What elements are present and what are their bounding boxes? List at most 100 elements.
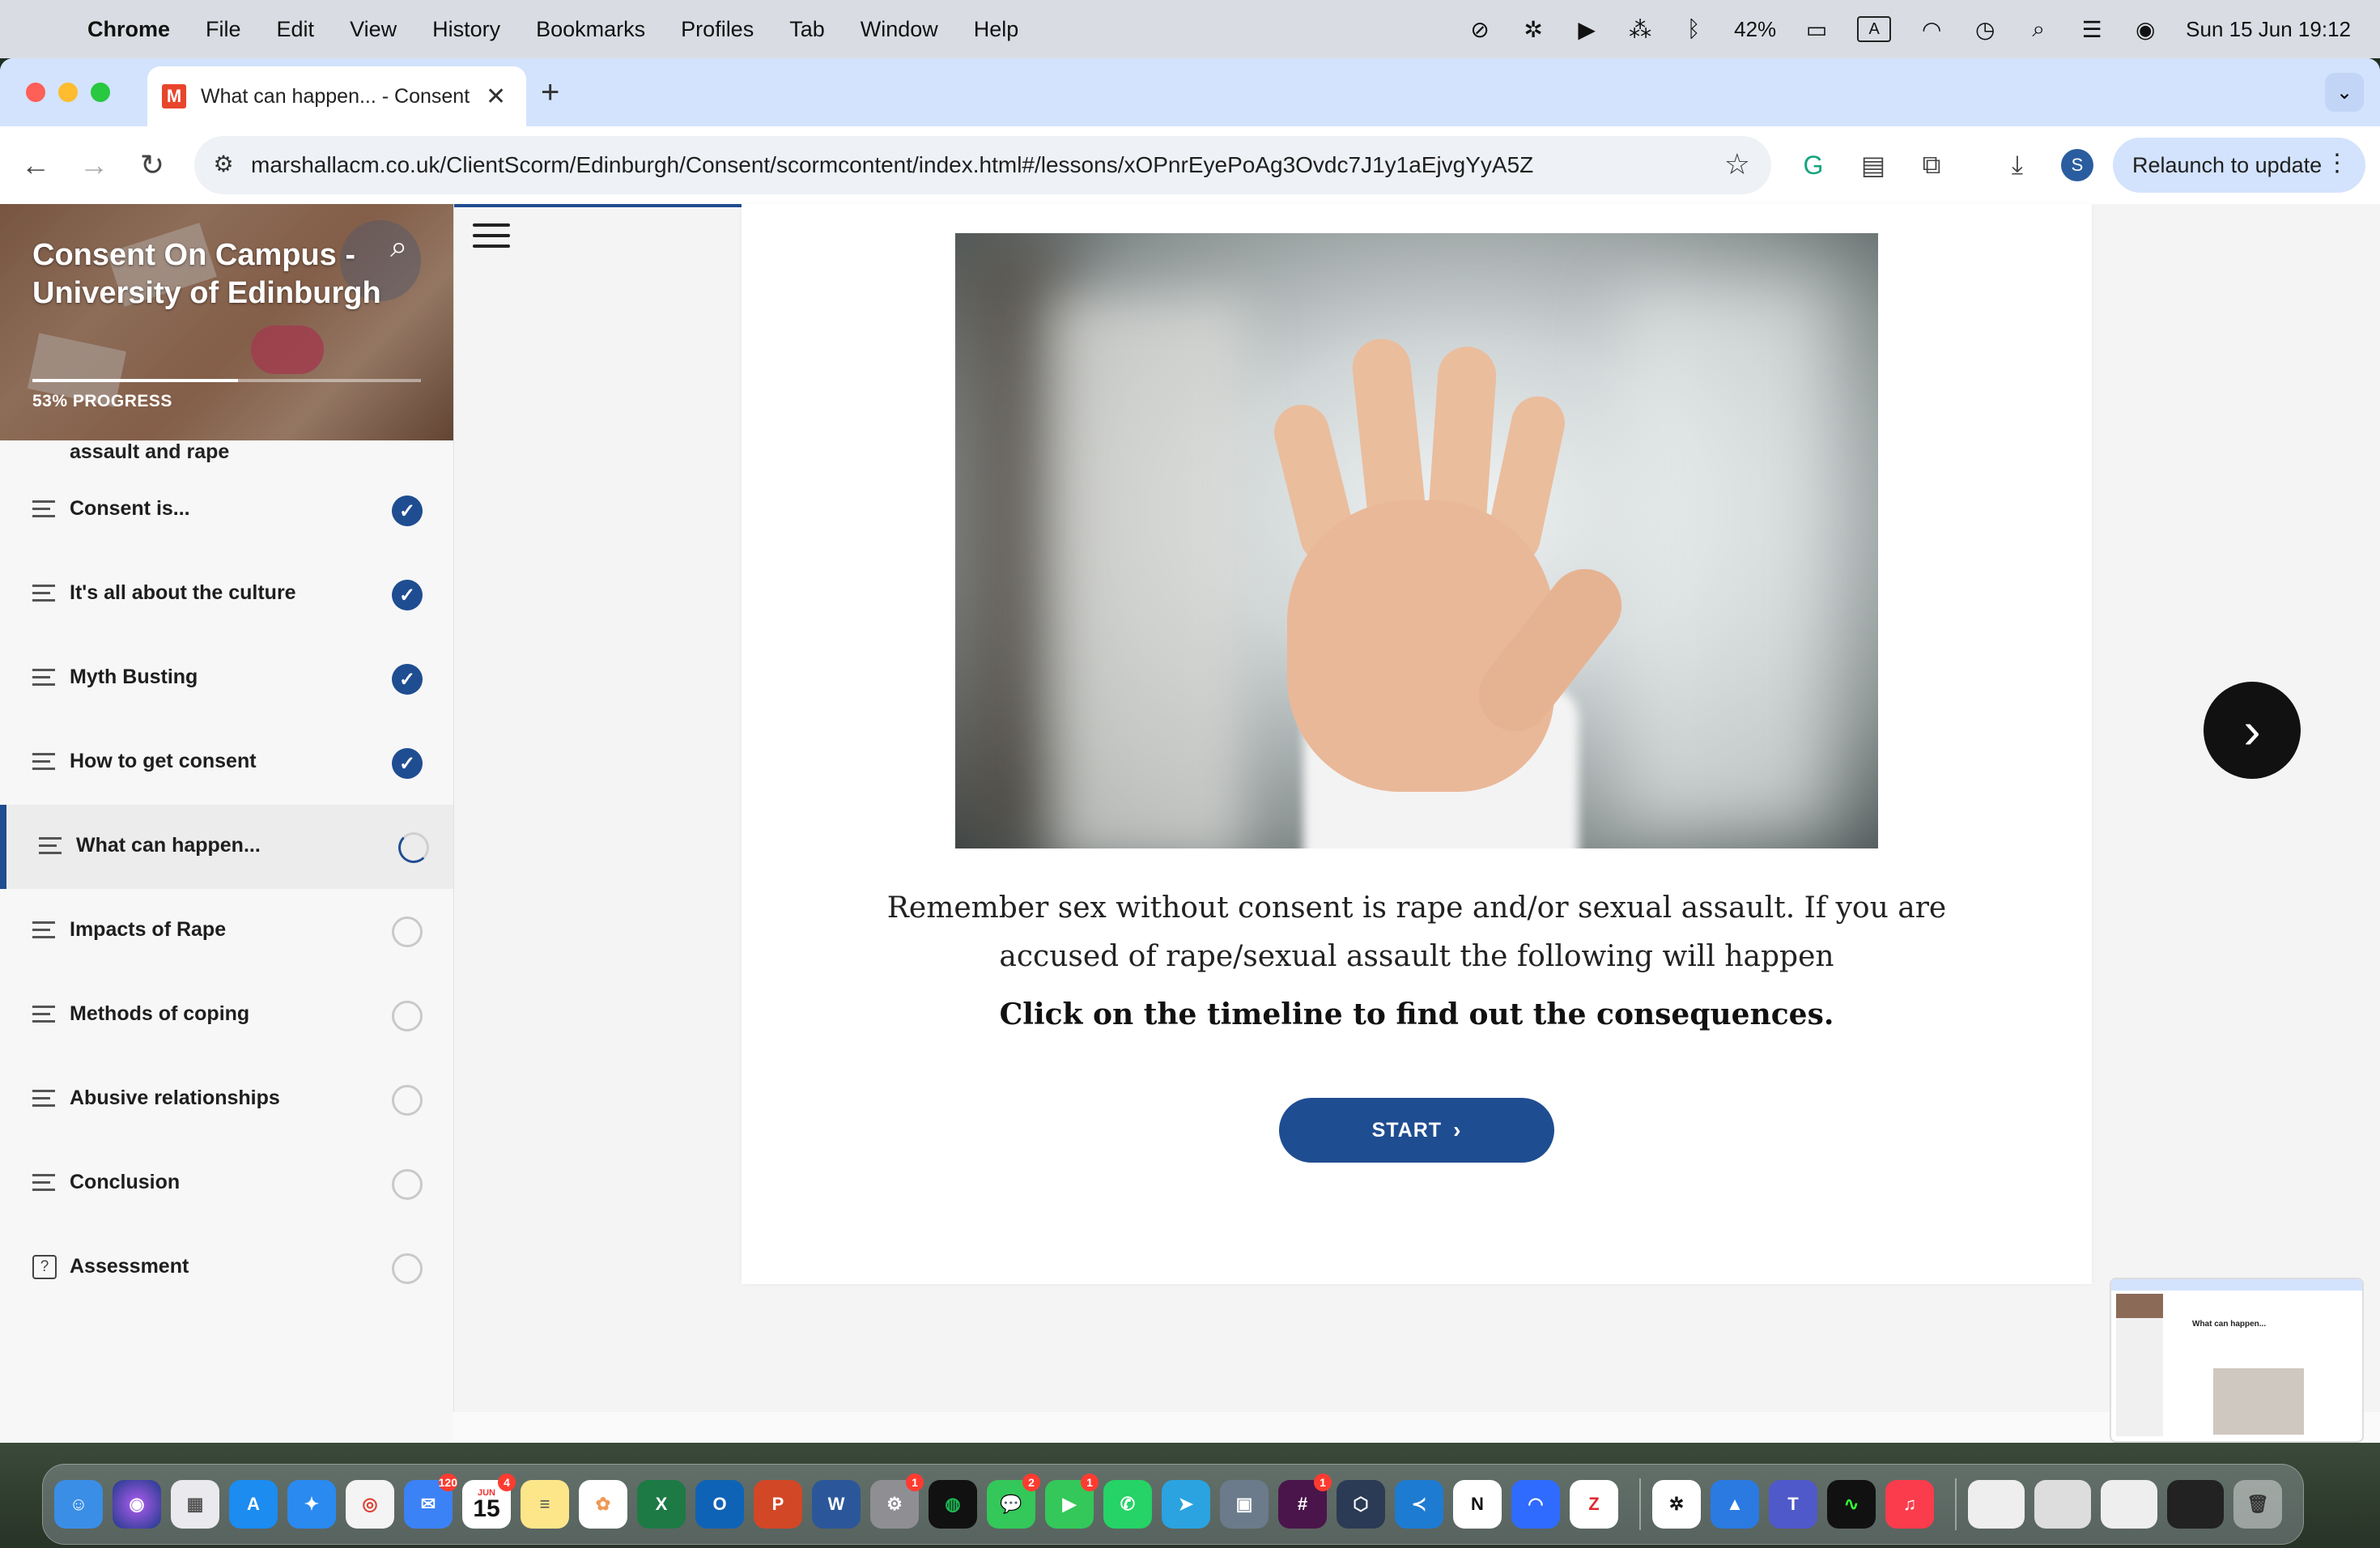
teams-icon[interactable]: T bbox=[1769, 1480, 1817, 1529]
sidebar-lesson-item[interactable]: What can happen... bbox=[0, 805, 453, 889]
more-menu-icon[interactable]: ⋮ bbox=[2325, 149, 2349, 177]
time-machine-icon[interactable]: ◷ bbox=[1972, 16, 1998, 42]
bluetooth-icon[interactable]: ᛒ bbox=[1681, 16, 1706, 42]
maximize-window-button[interactable] bbox=[91, 83, 110, 102]
photos-icon[interactable]: ✿ bbox=[579, 1480, 627, 1529]
sidebar-lesson-item[interactable]: How to get consent ✓ bbox=[0, 721, 453, 805]
search-icon[interactable]: ⌕ bbox=[390, 230, 407, 265]
keynote-icon[interactable]: ▲ bbox=[1711, 1480, 1759, 1529]
wifi-icon[interactable]: ◠ bbox=[1919, 16, 1944, 42]
messages-icon[interactable]: 💬 2 bbox=[987, 1474, 1040, 1529]
grammarly-icon[interactable]: G bbox=[1794, 146, 1833, 185]
chrome-icon[interactable]: ◎ bbox=[346, 1480, 394, 1529]
tab-search-chevron-icon[interactable]: ⌄ bbox=[2325, 73, 2364, 112]
sidebar-lesson-item[interactable]: Conclusion bbox=[0, 1142, 453, 1226]
system-settings-icon[interactable]: ⚙ 1 bbox=[870, 1474, 924, 1529]
relaunch-to-update-button[interactable]: Relaunch to update ⋮ bbox=[2113, 138, 2365, 193]
notion-icon[interactable]: N bbox=[1453, 1480, 1502, 1529]
finder-icon[interactable]: ☺ bbox=[54, 1480, 103, 1529]
excel-icon[interactable]: X bbox=[637, 1480, 686, 1529]
lesson-label-partial[interactable]: assault and rape bbox=[70, 440, 229, 464]
new-tab-icon[interactable]: + bbox=[541, 74, 559, 111]
download-icon[interactable]: ⤓ bbox=[1998, 146, 2037, 185]
sidebar-lesson-item[interactable]: It's all about the culture ✓ bbox=[0, 552, 453, 636]
facetime-icon[interactable]: ▶ 1 bbox=[1045, 1474, 1099, 1529]
site-info-icon[interactable]: ⚙ bbox=[209, 151, 238, 180]
vscode-icon[interactable]: ≺ bbox=[1395, 1480, 1443, 1529]
menu-edit[interactable]: Edit bbox=[277, 17, 315, 42]
activity-monitor-icon[interactable]: ∿ bbox=[1827, 1480, 1876, 1529]
spotify-icon[interactable]: ◍ bbox=[929, 1480, 977, 1529]
menubar-clock[interactable]: Sun 15 Jun 19:12 bbox=[2186, 17, 2351, 42]
close-tab-icon[interactable]: ✕ bbox=[486, 83, 506, 111]
battery-icon[interactable]: ▭ bbox=[1804, 16, 1830, 42]
powerpoint-icon[interactable]: P bbox=[754, 1480, 802, 1529]
minimized-window-icon[interactable] bbox=[2034, 1480, 2091, 1529]
trash-icon[interactable]: 🗑 bbox=[2233, 1480, 2282, 1529]
launchpad-icon[interactable]: ▦ bbox=[171, 1480, 219, 1529]
checkmark-complete-icon: ✓ bbox=[392, 748, 423, 779]
menu-hamburger-icon[interactable] bbox=[473, 223, 510, 255]
profile-avatar[interactable]: S bbox=[2061, 149, 2093, 181]
music-icon[interactable]: ♫ bbox=[1885, 1480, 1934, 1529]
whatsapp-icon[interactable]: ✆ bbox=[1103, 1480, 1152, 1529]
siri-icon[interactable]: ◉ bbox=[113, 1480, 161, 1529]
sidebar-lesson-item[interactable]: Abusive relationships bbox=[0, 1057, 453, 1142]
play-icon[interactable]: ▶ bbox=[1574, 16, 1600, 42]
chatgpt-icon[interactable]: ✲ bbox=[1652, 1480, 1701, 1529]
mail-icon[interactable]: ✉ 120 bbox=[404, 1474, 457, 1529]
cursor-icon[interactable]: ⬡ bbox=[1337, 1480, 1385, 1529]
menu-tab[interactable]: Tab bbox=[789, 17, 825, 42]
sidebar-lesson-label: Assessment bbox=[70, 1255, 189, 1278]
app-store-icon[interactable]: A bbox=[229, 1480, 278, 1529]
sidebar-lesson-item[interactable]: Myth Busting ✓ bbox=[0, 636, 453, 721]
menu-bookmarks[interactable]: Bookmarks bbox=[536, 17, 645, 42]
calendar-icon[interactable]: JUN 15 4 bbox=[462, 1474, 516, 1529]
screenshot-thumbnail-preview[interactable]: What can happen... bbox=[2110, 1278, 2364, 1443]
extensions-puzzle-icon[interactable]: ⧉ bbox=[1912, 146, 1951, 185]
minimized-window-icon[interactable] bbox=[2101, 1480, 2157, 1529]
minimized-window-icon[interactable] bbox=[1968, 1480, 2025, 1529]
minimize-window-button[interactable] bbox=[58, 83, 78, 102]
course-title[interactable]: Consent On Campus - University of Edinbu… bbox=[32, 236, 389, 313]
reader-mode-icon[interactable]: ▤ bbox=[1854, 146, 1893, 185]
browser-tab-active[interactable]: M What can happen... - Consent ✕ bbox=[147, 66, 526, 126]
arc-icon[interactable]: ◠ bbox=[1511, 1480, 1560, 1529]
sidebar-lesson-item[interactable]: Consent is... ✓ bbox=[0, 468, 453, 552]
chatgpt-icon[interactable]: ✲ bbox=[1520, 16, 1546, 42]
menu-app-name[interactable]: Chrome bbox=[87, 17, 170, 42]
sidebar-lesson-item[interactable]: Methods of coping bbox=[0, 973, 453, 1057]
preview-icon[interactable]: ▣ bbox=[1220, 1480, 1269, 1529]
menu-help[interactable]: Help bbox=[974, 17, 1019, 42]
control-center-icon[interactable]: ☰ bbox=[2079, 16, 2105, 42]
forward-arrow-icon[interactable]: → bbox=[73, 144, 115, 186]
back-arrow-icon[interactable]: ← bbox=[15, 144, 57, 186]
sidebar-lesson-item[interactable]: ? Assessment bbox=[0, 1226, 453, 1310]
menu-view[interactable]: View bbox=[350, 17, 397, 42]
minimized-window-icon[interactable] bbox=[2167, 1480, 2224, 1529]
notes-icon[interactable]: ≡ bbox=[521, 1480, 569, 1529]
address-bar[interactable]: ⚙ marshallacm.co.uk/ClientScorm/Edinburg… bbox=[194, 136, 1771, 194]
input-source-icon[interactable]: A bbox=[1857, 16, 1892, 42]
reload-icon[interactable]: ↻ bbox=[131, 144, 173, 186]
loading-icon[interactable]: ⁂ bbox=[1627, 16, 1653, 42]
menu-history[interactable]: History bbox=[432, 17, 500, 42]
url-text[interactable]: marshallacm.co.uk/ClientScorm/Edinburgh/… bbox=[251, 152, 1533, 178]
start-button[interactable]: START › bbox=[1279, 1098, 1554, 1163]
outlook-icon[interactable]: O bbox=[695, 1480, 744, 1529]
slack-icon[interactable]: #1 bbox=[1278, 1474, 1332, 1529]
menu-profiles[interactable]: Profiles bbox=[681, 17, 754, 42]
safari-icon[interactable]: ✦ bbox=[287, 1480, 336, 1529]
focus-icon[interactable]: ⊘ bbox=[1467, 16, 1493, 42]
next-lesson-button[interactable]: › bbox=[2204, 682, 2301, 779]
spotlight-search-icon[interactable]: ⌕ bbox=[2025, 16, 2051, 42]
word-icon[interactable]: W bbox=[812, 1480, 861, 1529]
telegram-icon[interactable]: ➤ bbox=[1162, 1480, 1210, 1529]
zotero-icon[interactable]: Z bbox=[1570, 1480, 1618, 1529]
bookmark-star-icon[interactable]: ☆ bbox=[1724, 147, 1750, 181]
sidebar-lesson-item[interactable]: Impacts of Rape bbox=[0, 889, 453, 973]
siri-icon[interactable]: ◉ bbox=[2132, 16, 2158, 42]
menu-window[interactable]: Window bbox=[861, 17, 938, 42]
menu-file[interactable]: File bbox=[206, 17, 241, 42]
close-window-button[interactable] bbox=[26, 83, 45, 102]
